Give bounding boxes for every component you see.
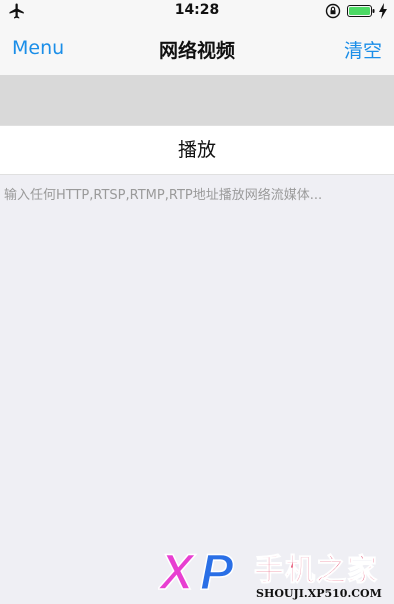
watermark-brand: 手机之家 [254, 553, 378, 589]
hint-text: 输入任何HTTP,RTSP,RTMP,RTP地址播放网络流媒体... [4, 188, 323, 203]
charging-icon [379, 3, 387, 19]
xp-logo: X P [158, 543, 235, 601]
page-title: 网络视频 [158, 40, 235, 62]
svg-text:X: X [158, 544, 196, 600]
watermark-url: SHOUJI.XP510.COM [256, 587, 382, 600]
navigation-bar: Menu 网络视频 清空 [0, 22, 394, 75]
watermark: X P 手机之家 SHOUJI.XP510.COM [158, 543, 394, 604]
svg-text:P: P [200, 544, 234, 600]
url-input[interactable] [0, 75, 394, 125]
play-button[interactable]: 播放 [0, 125, 394, 175]
battery-icon [347, 5, 375, 17]
status-bar: 14:28 [0, 0, 394, 22]
orientation-lock-icon [325, 3, 341, 19]
clear-button[interactable]: 清空 [344, 36, 382, 63]
